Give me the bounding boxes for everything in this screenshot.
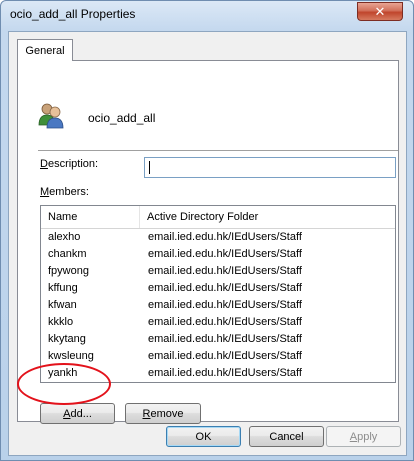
column-header-name[interactable]: Name — [41, 206, 140, 228]
ok-button[interactable]: OK — [166, 426, 241, 447]
member-folder: email.ied.edu.hk/IEdUsers/Staff — [148, 248, 302, 260]
tab-general[interactable]: General — [17, 39, 73, 61]
window-title: ocio_add_all Properties — [10, 7, 136, 21]
member-name: yankh — [48, 367, 78, 379]
member-row[interactable]: kffung email.ied.edu.hk/IEdUsers/Staff — [41, 281, 395, 298]
description-input[interactable] — [144, 157, 396, 178]
member-row[interactable]: yankh email.ied.edu.hk/IEdUsers/Staff — [41, 366, 395, 383]
title-bar[interactable]: ocio_add_all Properties ✕ — [1, 1, 413, 27]
member-name: fpywong — [48, 265, 89, 277]
member-folder: email.ied.edu.hk/IEdUsers/Staff — [148, 333, 302, 345]
description-label: Description: — [40, 158, 99, 170]
member-folder: email.ied.edu.hk/IEdUsers/Staff — [148, 282, 302, 294]
member-row[interactable]: fpywong email.ied.edu.hk/IEdUsers/Staff — [41, 264, 395, 281]
member-row[interactable]: alexho email.ied.edu.hk/IEdUsers/Staff — [41, 230, 395, 247]
column-header-folder[interactable]: Active Directory Folder — [140, 206, 395, 228]
separator — [38, 150, 398, 152]
member-name: kffung — [48, 282, 78, 294]
member-row[interactable]: chankm email.ied.edu.hk/IEdUsers/Staff — [41, 247, 395, 264]
remove-button[interactable]: Remove — [125, 403, 201, 424]
members-label: Members: — [40, 186, 89, 198]
close-button[interactable]: ✕ — [357, 2, 403, 21]
add-button[interactable]: Add... — [40, 403, 115, 424]
tab-general-label: General — [25, 44, 65, 57]
member-name: chankm — [48, 248, 87, 260]
properties-dialog: ocio_add_all Properties ✕ General ocio_a… — [0, 0, 414, 461]
member-folder: email.ied.edu.hk/IEdUsers/Staff — [148, 265, 302, 277]
text-caret — [149, 161, 150, 174]
member-name: kkytang — [48, 333, 86, 345]
member-folder: email.ied.edu.hk/IEdUsers/Staff — [148, 231, 302, 243]
member-folder: email.ied.edu.hk/IEdUsers/Staff — [148, 299, 302, 311]
member-name: kwsleung — [48, 350, 94, 362]
members-list[interactable]: Name Active Directory Folder alexho emai… — [40, 205, 396, 383]
dialog-client-area: General ocio_add_all Description: Member… — [8, 31, 407, 456]
members-list-header: Name Active Directory Folder — [41, 206, 395, 229]
member-folder: email.ied.edu.hk/IEdUsers/Staff — [148, 367, 302, 379]
member-row[interactable]: kwsleung email.ied.edu.hk/IEdUsers/Staff — [41, 349, 395, 366]
group-name: ocio_add_all — [88, 111, 156, 125]
general-tab-panel: ocio_add_all Description: Members: Name … — [17, 60, 399, 424]
member-row[interactable]: kkytang email.ied.edu.hk/IEdUsers/Staff — [41, 332, 395, 349]
member-folder: email.ied.edu.hk/IEdUsers/Staff — [148, 350, 302, 362]
member-name: kkklo — [48, 316, 74, 328]
member-name: kfwan — [48, 299, 77, 311]
cancel-button[interactable]: Cancel — [249, 426, 324, 447]
users-group-icon — [38, 103, 64, 129]
member-row[interactable]: kkklo email.ied.edu.hk/IEdUsers/Staff — [41, 315, 395, 332]
member-name: alexho — [48, 231, 81, 243]
member-row[interactable]: kfwan email.ied.edu.hk/IEdUsers/Staff — [41, 298, 395, 315]
member-folder: email.ied.edu.hk/IEdUsers/Staff — [148, 316, 302, 328]
apply-button[interactable]: Apply — [326, 426, 401, 447]
close-icon: ✕ — [374, 3, 386, 19]
